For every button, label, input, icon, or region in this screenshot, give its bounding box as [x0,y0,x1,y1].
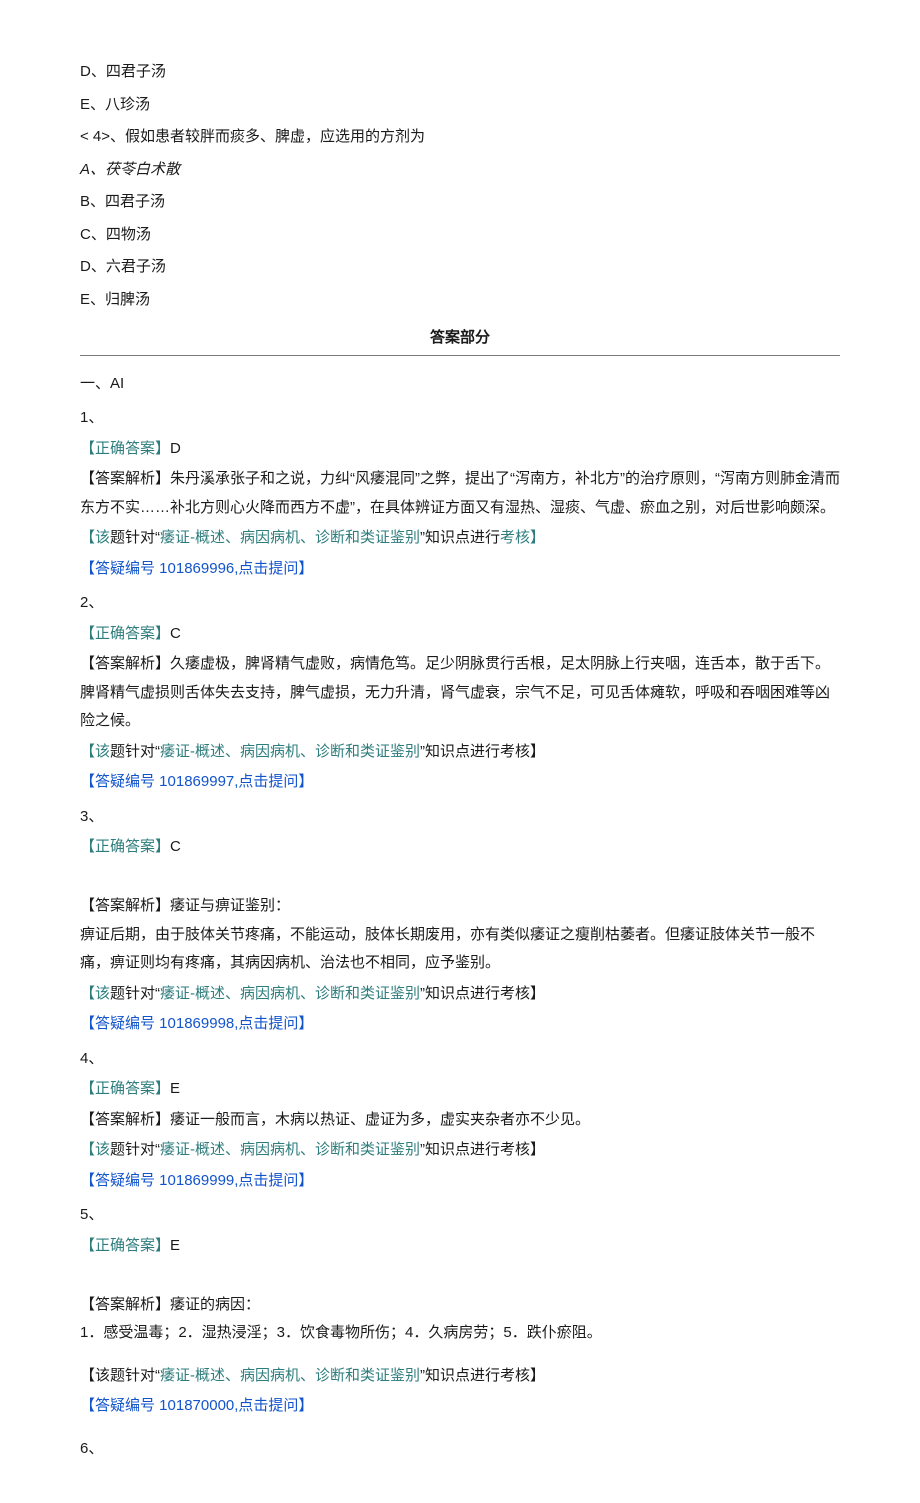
q5-explanation: 【答案解析】痿证的病因： 1．感受温毒；2．湿热浸淫；3．饮食毒物所伤；4．久病… [80,1262,840,1348]
expl-text: 朱丹溪承张子和之说，力纠“风痿混同”之弊，提出了“泻南方，补北方”的治疗原则，“… [80,470,840,516]
option-b: B、四君子汤 [80,188,840,217]
answer-section-title: 答案部分 [80,324,840,353]
option-d: D、六君子汤 [80,253,840,282]
tag-topic: 痿证-概述、病因病机、诊断和类证鉴别 [160,1141,420,1158]
q2-correct: 【正确答案】C [80,620,840,649]
section-divider [80,355,840,356]
q2-link[interactable]: 【答疑编号 101869997,点击提问】 [80,768,840,797]
sub-question-4: < 4>、假如患者较胖而痰多、脾虚，应选用的方剂为 [80,123,840,152]
correct-value: D [170,440,181,457]
tag-mid1: 题针对“ [110,985,160,1002]
tag-end: 知识点进行考核】 [425,1141,545,1158]
tag-end: 知识点进行考核】 [425,743,545,760]
correct-value: C [170,838,181,855]
q6-number: 6、 [80,1435,840,1464]
tag-end: 考核】 [500,529,545,546]
section-header: 一、AI [80,370,840,399]
q4-tag: 【该题针对“痿证-概述、病因病机、诊断和类证鉴别”知识点进行考核】 [80,1136,840,1165]
q3-correct: 【正确答案】C [80,833,840,862]
expl-label: 【答案解析】 [80,1296,170,1313]
correct-value: E [170,1080,180,1097]
tag-topic: 痿证-概述、病因病机、诊断和类证鉴别 [160,529,420,546]
q2-number: 2、 [80,589,840,618]
q3-tag: 【该题针对“痿证-概述、病因病机、诊断和类证鉴别”知识点进行考核】 [80,980,840,1009]
tag-mid1: 【该题针对“ [80,1367,160,1384]
tag-end: 知识点进行考核】 [425,985,545,1002]
q4-explanation: 【答案解析】痿证一般而言，木病以热证、虚证为多，虚实夹杂者亦不少见。 [80,1106,840,1135]
tag-pre: 【该 [80,1141,110,1158]
option-a: A、茯苓白术散 [80,156,840,185]
q4-number: 4、 [80,1045,840,1074]
correct-label: 【正确答案】 [80,625,170,642]
q2-tag: 【该题针对“痿证-概述、病因病机、诊断和类证鉴别”知识点进行考核】 [80,738,840,767]
expl-label: 【答案解析】 [80,1111,170,1128]
q2-explanation: 【答案解析】久痿虚极，脾肾精气虚败，病情危笃。足少阴脉贯行舌根，足太阴脉上行夹咽… [80,650,840,736]
q1-number: 1、 [80,404,840,433]
expl-text: 痿证与痹证鉴别： 痹证后期，由于肢体关节疼痛，不能运动，肢体长期废用，亦有类似痿… [80,897,815,971]
document-page: D、四君子汤 E、八珍汤 < 4>、假如患者较胖而痰多、脾虚，应选用的方剂为 A… [0,0,920,1503]
q4-link[interactable]: 【答疑编号 101869999,点击提问】 [80,1167,840,1196]
tag-mid2: ”知识点进行考核】 [420,1367,545,1384]
q1-tag: 【该题针对“痿证-概述、病因病机、诊断和类证鉴别”知识点进行考核】 [80,524,840,553]
correct-label: 【正确答案】 [80,1080,170,1097]
q4-correct: 【正确答案】E [80,1075,840,1104]
q5-tag: 【该题针对“痿证-概述、病因病机、诊断和类证鉴别”知识点进行考核】 [80,1362,840,1391]
expl-label: 【答案解析】 [80,470,170,487]
tag-pre: 【该 [80,743,110,760]
q5-number: 5、 [80,1201,840,1230]
option-c: C、四物汤 [80,221,840,250]
tag-mid1: 题针对“ [110,743,160,760]
tag-topic: 痿证-概述、病因病机、诊断和类证鉴别 [160,743,420,760]
correct-label: 【正确答案】 [80,838,170,855]
tag-mid1: 题针对“ [110,529,160,546]
tag-pre: 【该 [80,529,110,546]
option-e-top: E、八珍汤 [80,91,840,120]
q3-explanation: 【答案解析】痿证与痹证鉴别： 痹证后期，由于肢体关节疼痛，不能运动，肢体长期废用… [80,864,840,978]
expl-text: 痿证一般而言，木病以热证、虚证为多，虚实夹杂者亦不少见。 [170,1111,590,1128]
tag-topic: 痿证-概述、病因病机、诊断和类证鉴别 [160,1367,420,1384]
q3-link[interactable]: 【答疑编号 101869998,点击提问】 [80,1010,840,1039]
q1-link[interactable]: 【答疑编号 101869996,点击提问】 [80,555,840,584]
q5-correct: 【正确答案】E [80,1232,840,1261]
tag-mid2: ”知识点进行 [420,529,500,546]
tag-pre: 【该 [80,985,110,1002]
correct-value: C [170,625,181,642]
q5-link[interactable]: 【答疑编号 101870000,点击提问】 [80,1392,840,1421]
option-d-top: D、四君子汤 [80,58,840,87]
expl-label: 【答案解析】 [80,655,170,672]
correct-label: 【正确答案】 [80,440,170,457]
correct-label: 【正确答案】 [80,1237,170,1254]
tag-mid1: 题针对“ [110,1141,160,1158]
q1-explanation: 【答案解析】朱丹溪承张子和之说，力纠“风痿混同”之弊，提出了“泻南方，补北方”的… [80,465,840,522]
q1-correct: 【正确答案】D [80,435,840,464]
option-e: E、归脾汤 [80,286,840,315]
expl-text: 久痿虚极，脾肾精气虚败，病情危笃。足少阴脉贯行舌根，足太阴脉上行夹咽，连舌本，散… [80,655,830,729]
expl-label: 【答案解析】 [80,897,170,914]
tag-topic: 痿证-概述、病因病机、诊断和类证鉴别 [160,985,420,1002]
correct-value: E [170,1237,180,1254]
q3-number: 3、 [80,803,840,832]
